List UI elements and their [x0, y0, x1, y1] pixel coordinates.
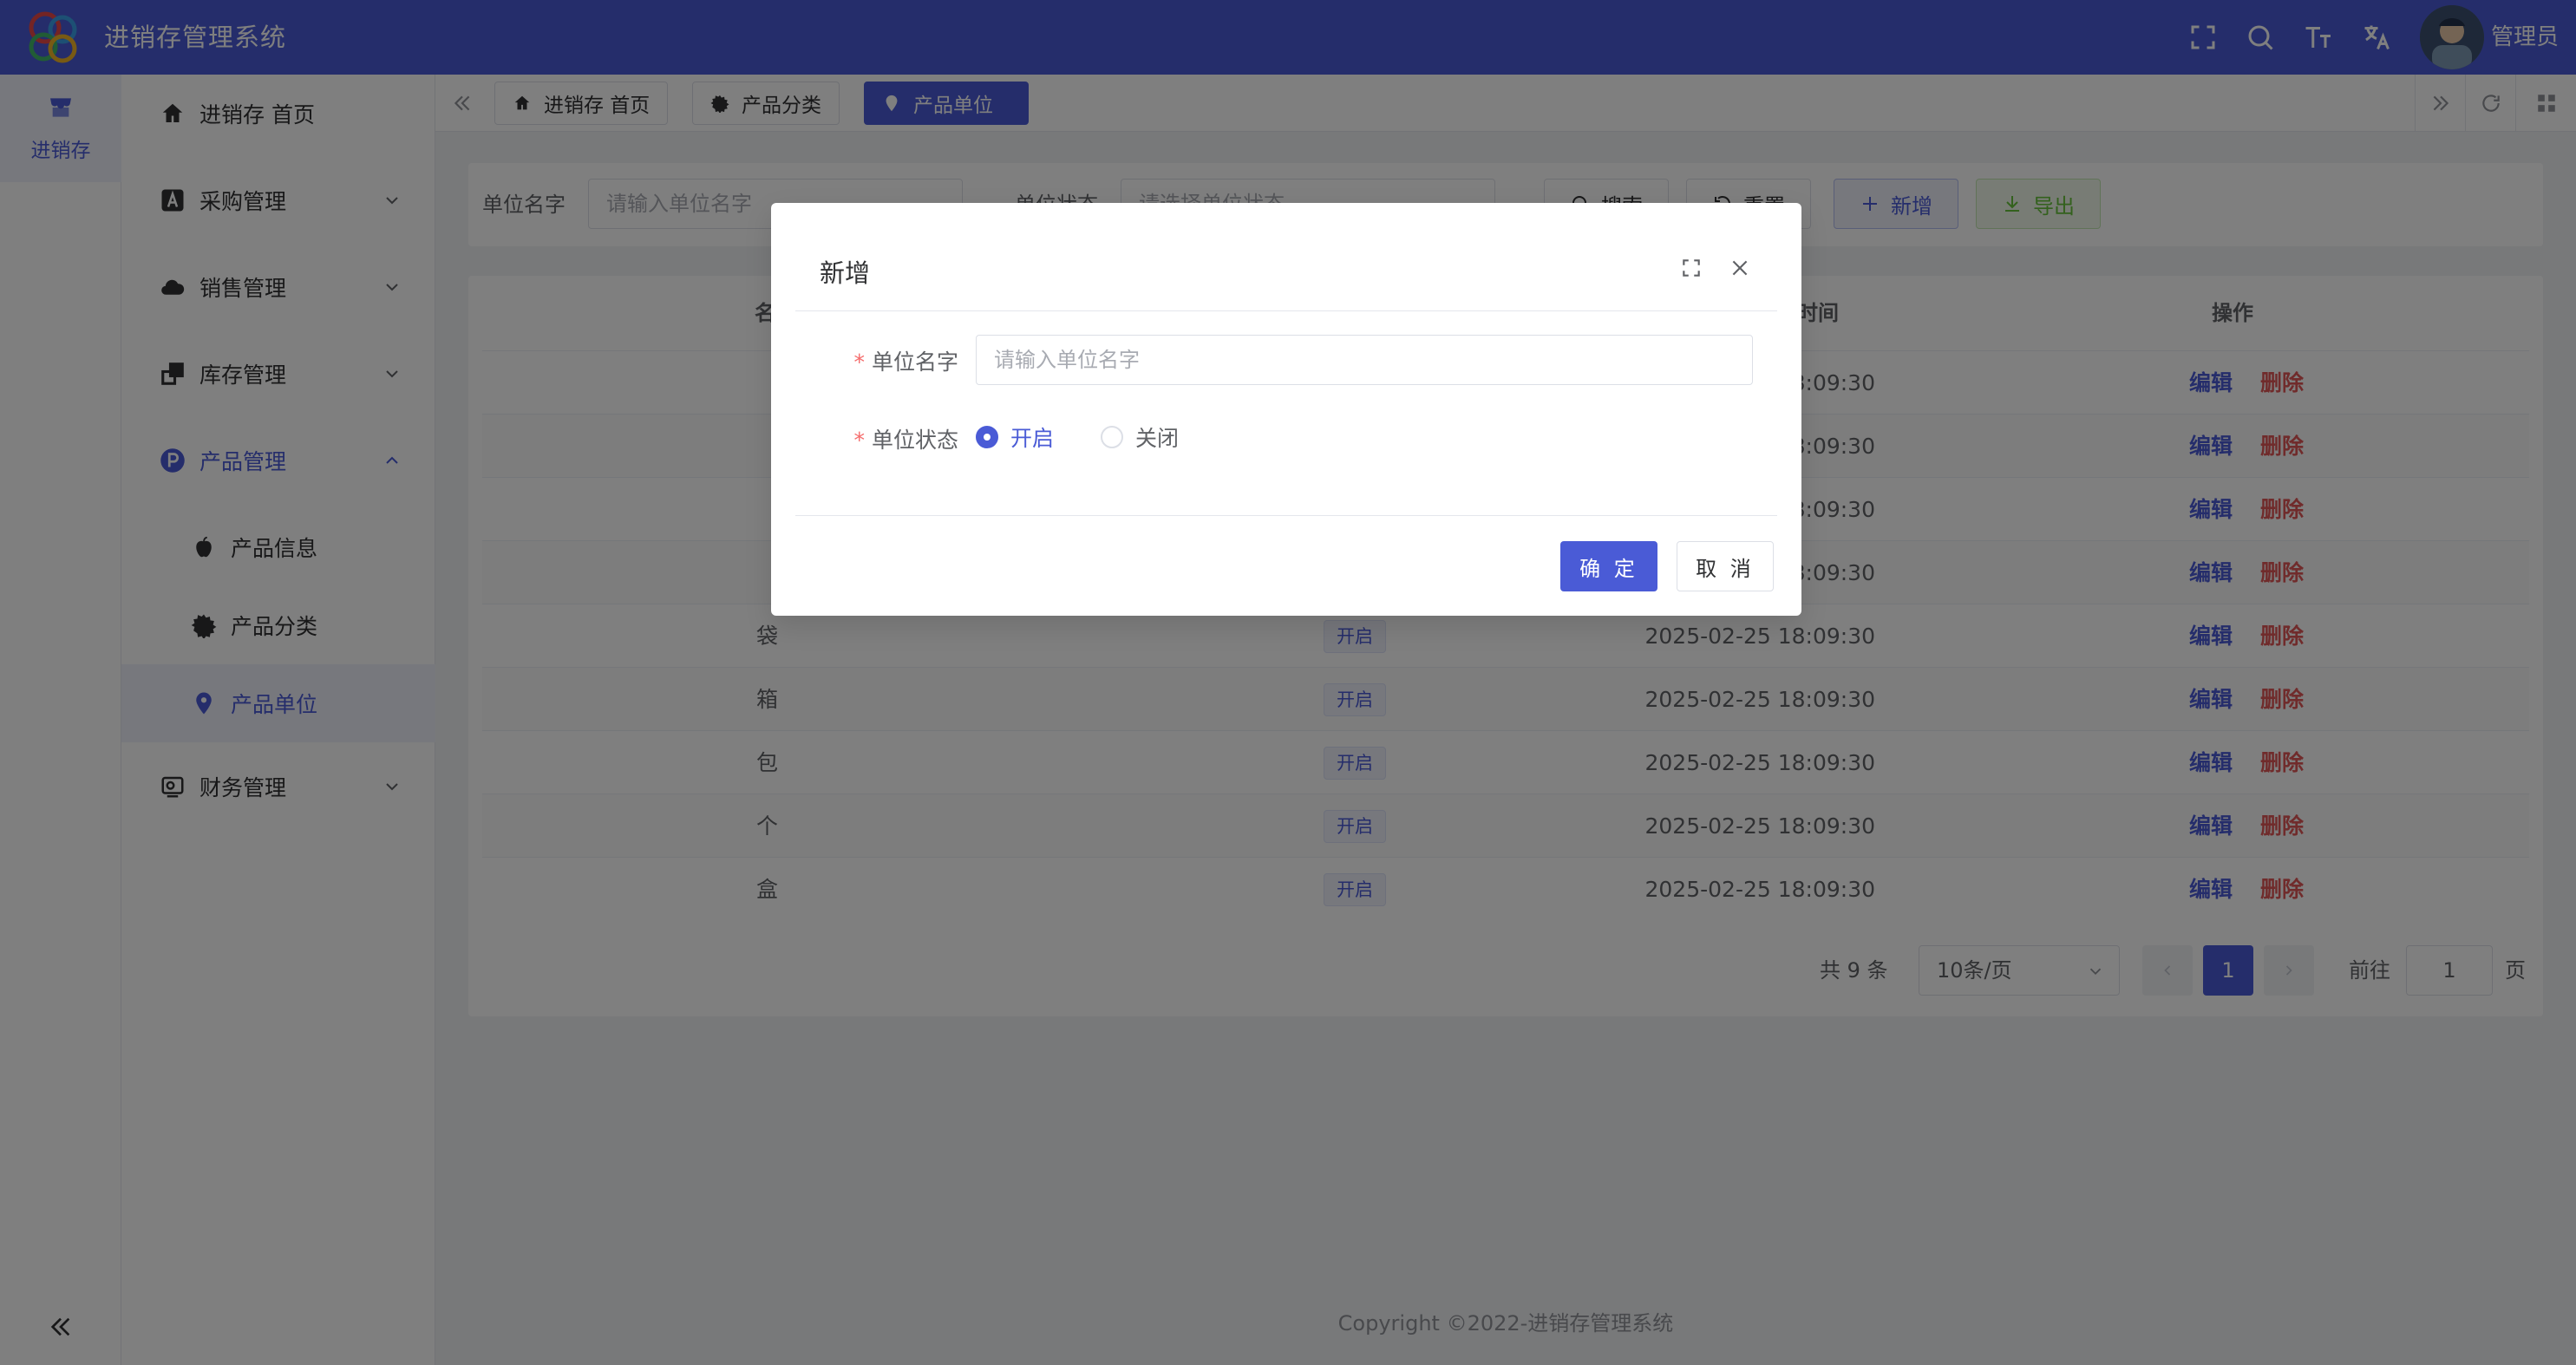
required-asterisk: *: [853, 349, 865, 375]
radio-label-off: 关闭: [1135, 426, 1180, 451]
status-radio-off[interactable]: 关闭: [1101, 421, 1179, 453]
radio-label-on: 开启: [1010, 426, 1055, 451]
form-label-name-text: 单位名字: [871, 349, 958, 375]
dialog-header-divider: [795, 310, 1777, 311]
add-unit-dialog: 新增 * 单位名字 请输入单位名字 * 单位状态 开启 关闭 确 定 取 消: [771, 203, 1801, 616]
form-label-status-text: 单位状态: [871, 428, 958, 453]
form-label-status: * 单位状态: [785, 423, 958, 454]
cancel-button[interactable]: 取 消: [1677, 541, 1774, 591]
dialog-title: 新增: [820, 258, 871, 288]
radio-dot: [976, 426, 998, 448]
form-label-name: * 单位名字: [785, 345, 958, 376]
unit-name-input[interactable]: 请输入单位名字: [976, 335, 1753, 385]
dialog-footer-divider: [795, 515, 1777, 516]
close-icon[interactable]: [1729, 257, 1751, 279]
confirm-button[interactable]: 确 定: [1560, 541, 1657, 591]
status-radio-on[interactable]: 开启: [976, 421, 1054, 453]
radio-dot: [1101, 426, 1123, 448]
fullscreen-icon[interactable]: [1680, 257, 1703, 279]
required-asterisk: *: [853, 428, 865, 453]
